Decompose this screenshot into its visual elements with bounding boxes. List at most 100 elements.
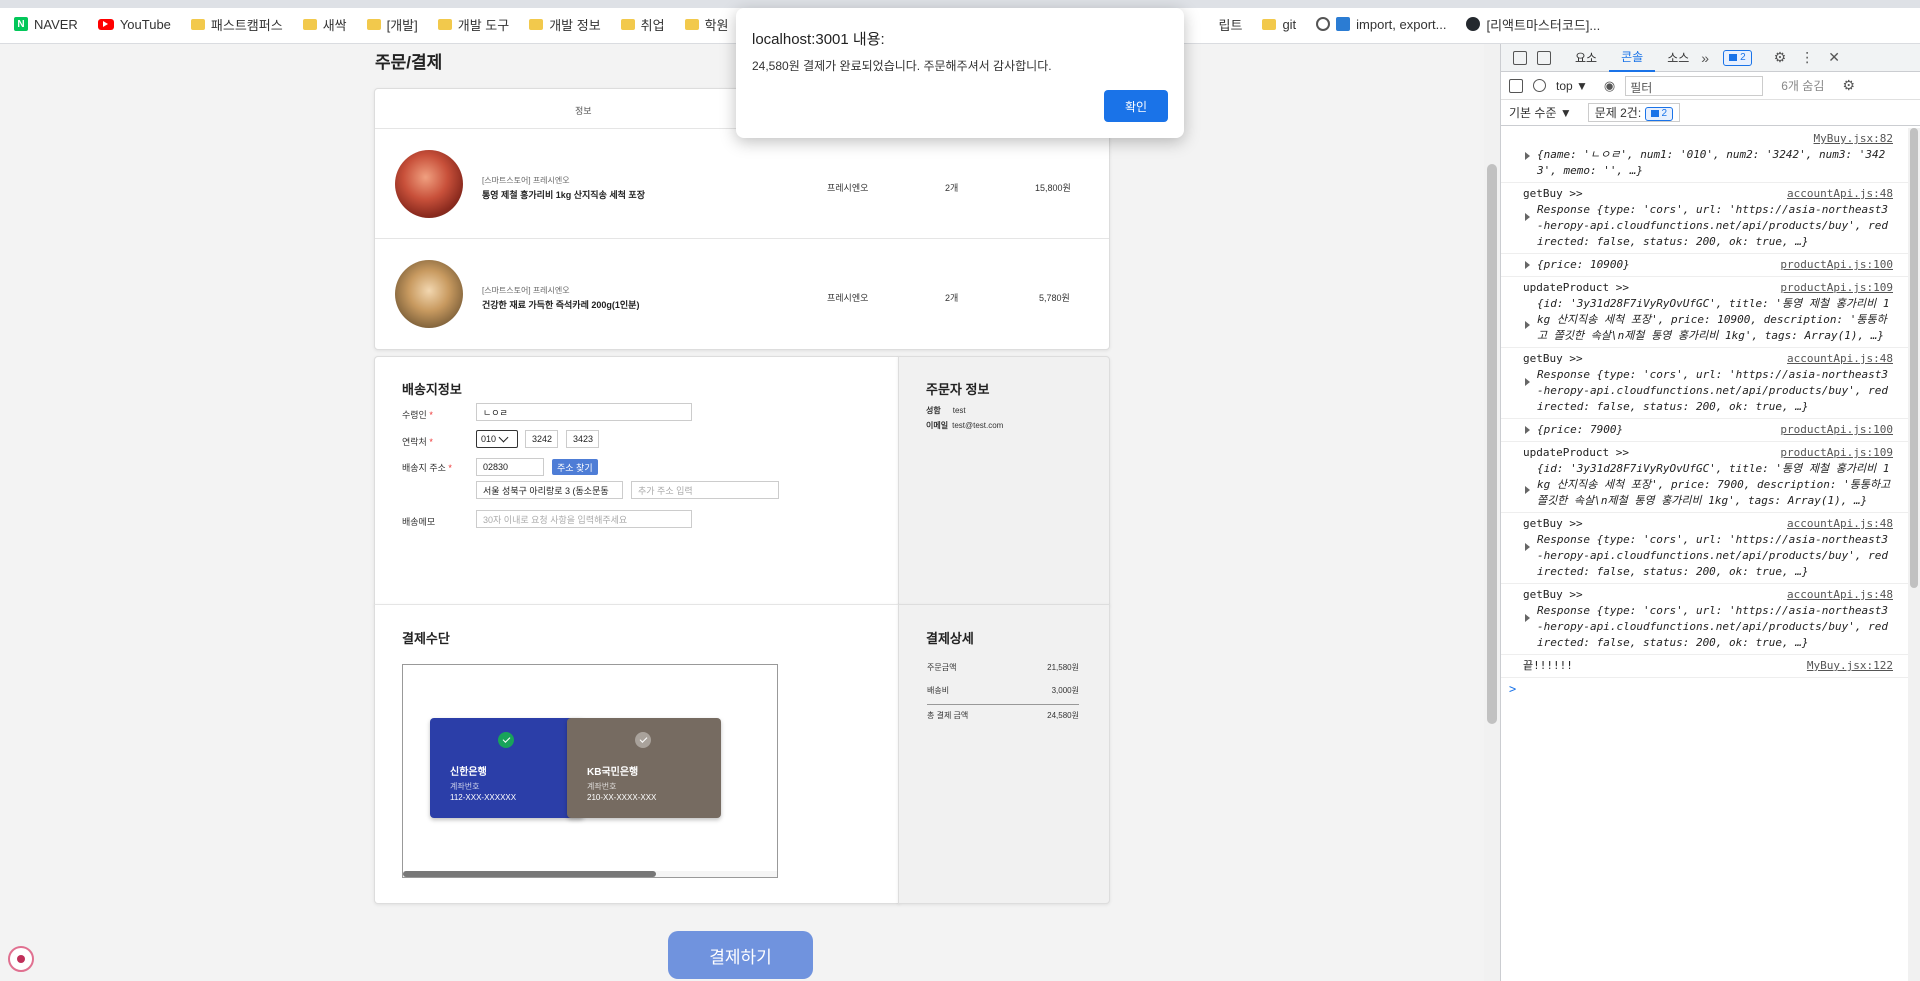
check-icon [635,732,651,748]
log-source-link[interactable]: productApi.js:100 [1780,422,1893,438]
more-options-icon[interactable]: ⋮ [1800,49,1814,66]
bookmark-label: NAVER [34,16,78,32]
find-address-button[interactable]: 주소 찾기 [552,459,598,475]
bookmark-dev[interactable]: [개발] [357,12,428,36]
device-toolbar-icon[interactable] [1537,50,1551,65]
expand-triangle-icon[interactable] [1525,614,1530,622]
carousel-scrollbar[interactable] [403,871,777,877]
bookmark-youtube[interactable]: YouTube [88,12,181,36]
bank-card-kb[interactable]: KB국민은행 계좌번호 210-XX-XXXX-XXX [567,718,721,818]
log-source-link[interactable]: accountApi.js:48 [1787,351,1893,367]
console-log-entry[interactable]: accountApi.js:48 getBuy >> Response {typ… [1501,584,1920,655]
log-body: Response {type: 'cors', url: 'https://as… [1537,368,1888,413]
address-input[interactable]: 서울 성북구 아리랑로 3 (동소문동 [476,481,623,499]
bank-card-shinhan[interactable]: 신한은행 계좌번호 112-XXX-XXXXXX [430,718,584,818]
youtube-icon [97,18,114,30]
console-scrollbar[interactable] [1908,128,1920,981]
expand-triangle-icon[interactable] [1525,261,1530,269]
console-scroll-thumb[interactable] [1910,128,1918,588]
orderer-email-value: test@test.com [952,421,1004,430]
expand-triangle-icon[interactable] [1525,152,1530,160]
expand-triangle-icon[interactable] [1525,378,1530,386]
bookmark-dev-tools[interactable]: 개발 도구 [428,12,519,36]
expand-triangle-icon[interactable] [1525,213,1530,221]
address-detail-input[interactable]: 추가 주소 입력 [631,481,779,499]
zipcode-input[interactable]: 02830 [476,458,544,476]
console-prompt[interactable]: > [1501,678,1920,696]
payment-method-section: 결제수단 신한은행 계좌번호 112-XXX-XXXXXX KB국민은행 계좌번… [374,604,900,904]
bookmark-script[interactable]: 립트 [1209,12,1253,36]
folder-icon [302,18,317,30]
console-settings-icon[interactable]: ⚙ [1842,77,1855,94]
console-log-entry[interactable]: MyBuy.jsx:122 끝!!!!!! [1501,655,1920,678]
phone-last-input[interactable]: 3423 [566,430,599,448]
bookmark-git[interactable]: git [1252,12,1306,36]
settings-gear-icon[interactable]: ⚙ [1774,49,1787,66]
recipient-input[interactable]: ㄴㅇㄹ [476,403,692,421]
phone-prefix-select[interactable]: 010 [476,430,518,448]
bookmark-jobs[interactable]: 취업 [611,12,675,36]
log-source-link[interactable]: accountApi.js:48 [1787,587,1893,603]
bookmark-label: git [1282,16,1297,32]
dialog-ok-button[interactable]: 확인 [1104,90,1168,122]
memo-input[interactable]: 30자 이내로 요청 사항을 입력해주세요 [476,510,692,528]
console-log-entry[interactable]: accountApi.js:48 getBuy >> Response {typ… [1501,348,1920,419]
tab-elements[interactable]: 요소 [1563,44,1609,72]
clear-console-icon[interactable] [1533,79,1546,92]
inspect-icon[interactable] [1513,50,1527,65]
naver-icon: N [14,17,28,31]
eye-icon[interactable]: ◉ [1604,78,1615,94]
carousel-scroll-thumb[interactable] [403,871,656,877]
issues-badge[interactable]: 2 [1723,49,1752,66]
log-source-link[interactable]: MyBuy.jsx:122 [1807,658,1893,674]
expand-triangle-icon[interactable] [1525,543,1530,551]
expand-triangle-icon[interactable] [1525,426,1530,434]
log-source-link[interactable]: productApi.js:109 [1780,280,1893,296]
expand-triangle-icon[interactable] [1525,321,1530,329]
hidden-count: 6개 숨김 [1781,79,1825,93]
console-log-entry[interactable]: productApi.js:109 updateProduct >> {id: … [1501,442,1920,513]
react-devtools-icon[interactable] [8,946,34,972]
bank-card-carousel[interactable]: 신한은행 계좌번호 112-XXX-XXXXXX KB국민은행 계좌번호 210… [402,664,778,878]
phone-middle-input[interactable]: 3242 [525,430,558,448]
console-log-entry[interactable]: productApi.js:100 {price: 7900} [1501,419,1920,442]
context-select[interactable]: top ▼ [1556,79,1588,93]
pay-button[interactable]: 결제하기 [668,931,813,979]
detail-row-shipping-fee: 배송비 3,000원 [927,685,1079,696]
bookmark-naver[interactable]: N NAVER [0,12,88,36]
log-level-select[interactable]: 기본 수준 ▼ [1509,104,1572,121]
bookmark-dev-info[interactable]: 개발 정보 [519,12,610,36]
log-source-link[interactable]: productApi.js:100 [1780,257,1893,273]
bookmark-import-export[interactable]: import, export... [1306,12,1456,36]
bookmark-react-master[interactable]: [리액트마스터코드]... [1456,12,1610,36]
more-tabs-icon[interactable]: » [1701,50,1709,66]
page-scroll-thumb[interactable] [1487,164,1497,724]
console-log-entry[interactable]: productApi.js:100 {price: 10900} [1501,254,1920,277]
console-filter-input[interactable]: 필터 [1625,75,1764,96]
folder-icon [1262,18,1277,30]
detail-value: 21,580원 [1047,663,1079,672]
account-label: 계좌번호 [450,782,480,791]
close-icon[interactable]: ✕ [1828,49,1840,66]
product-seller: 프레시엔오 [827,183,869,193]
log-source-link[interactable]: accountApi.js:48 [1787,516,1893,532]
console-log-entry[interactable]: accountApi.js:48 getBuy >> Response {typ… [1501,183,1920,254]
console-log-entry[interactable]: accountApi.js:48 getBuy >> Response {typ… [1501,513,1920,584]
console-log-entry[interactable]: productApi.js:109 updateProduct >> {id: … [1501,277,1920,348]
bookmark-fastcampus[interactable]: 패스트캠퍼스 [181,12,293,36]
log-source-link[interactable]: accountApi.js:48 [1787,186,1893,202]
tab-sources[interactable]: 소스 [1655,44,1701,72]
log-source-link[interactable]: productApi.js:109 [1780,445,1893,461]
bookmark-sesac[interactable]: 새싹 [293,12,357,36]
tab-console[interactable]: 콘솔 [1609,44,1656,72]
console-log-entry[interactable]: MyBuy.jsx:82 {name: 'ㄴㅇㄹ', num1: '010', … [1501,128,1920,183]
sidebar-toggle-icon[interactable] [1509,78,1523,93]
log-source-link[interactable]: MyBuy.jsx:82 [1814,131,1893,147]
product-row: [스마트스토어] 프레시엔오 통영 제철 홍가리비 1kg 산지직송 세척 포장… [375,129,1109,239]
issues-count-button[interactable]: 문제 2건: 2 [1587,103,1681,122]
page-scrollbar[interactable] [1484,44,1500,981]
bookmark-academy[interactable]: 학원 [675,12,739,36]
log-body: {id: '3y31d28F7iVyRyOvUfGC', title: '통영 … [1537,462,1891,507]
github-icon [1466,17,1481,31]
expand-triangle-icon[interactable] [1525,486,1530,494]
